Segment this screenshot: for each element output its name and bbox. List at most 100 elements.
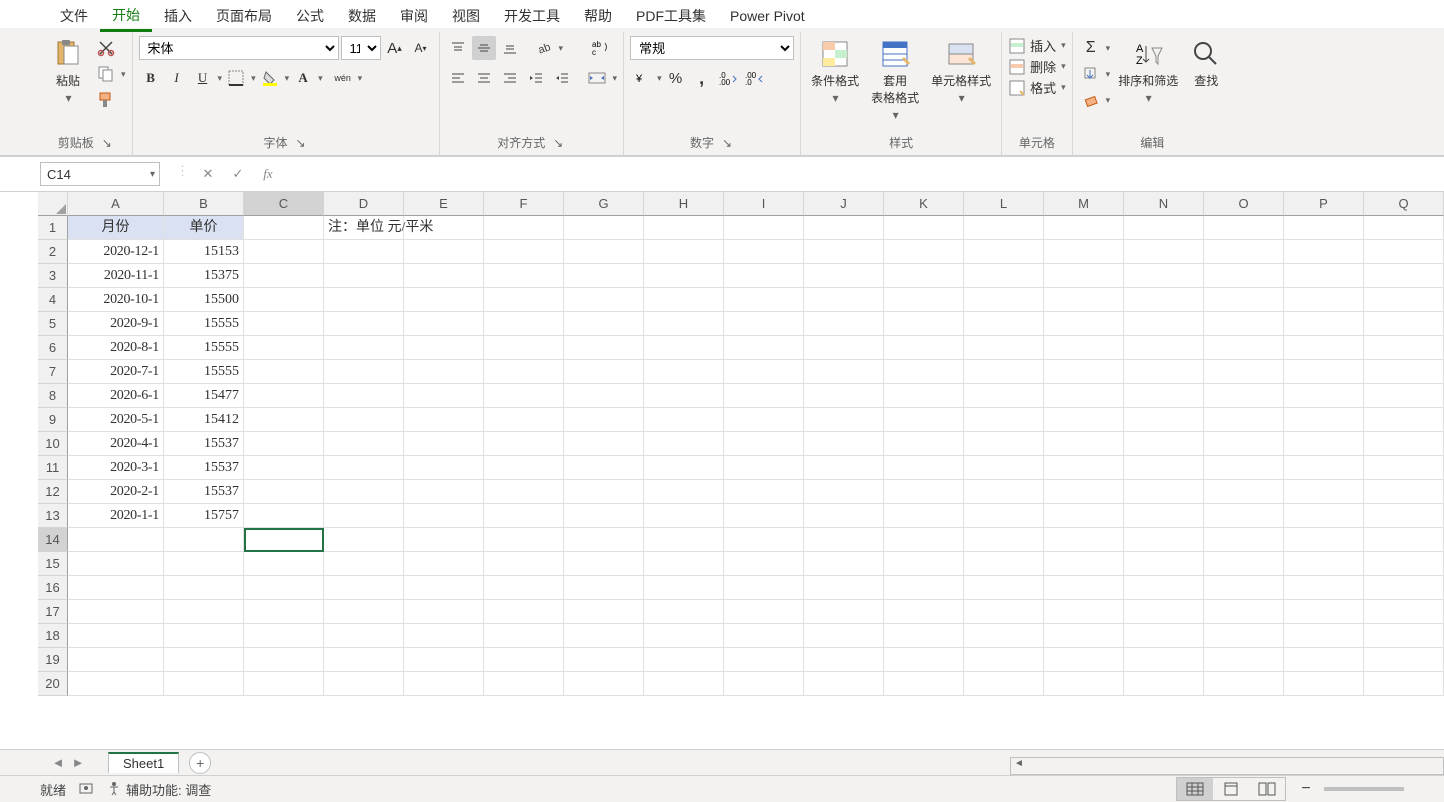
cell[interactable] [564, 240, 644, 264]
cell[interactable] [244, 288, 324, 312]
row-header[interactable]: 17 [38, 600, 68, 624]
tab-formula[interactable]: 公式 [284, 2, 336, 30]
cell[interactable] [724, 576, 804, 600]
col-header[interactable]: Q [1364, 192, 1444, 216]
cell[interactable]: 单价 [164, 216, 244, 240]
cell[interactable] [324, 408, 404, 432]
col-header[interactable]: L [964, 192, 1044, 216]
cell[interactable]: 2020-2-1 [68, 480, 164, 504]
cell[interactable] [564, 432, 644, 456]
cell[interactable] [404, 384, 484, 408]
fill-button[interactable] [1079, 62, 1103, 86]
cell[interactable] [1364, 336, 1444, 360]
cell[interactable] [404, 552, 484, 576]
cell[interactable] [324, 504, 404, 528]
cell[interactable] [644, 432, 724, 456]
cell[interactable] [244, 264, 324, 288]
cell[interactable] [244, 672, 324, 696]
decrease-font-button[interactable]: A▾ [409, 36, 433, 60]
formula-dropdown-icon[interactable]: ⋮ [176, 163, 189, 185]
cell[interactable] [564, 216, 644, 240]
row-header[interactable]: 4 [38, 288, 68, 312]
row-header[interactable]: 5 [38, 312, 68, 336]
cell[interactable] [1364, 624, 1444, 648]
cell[interactable] [1364, 264, 1444, 288]
cell[interactable] [324, 384, 404, 408]
cell[interactable] [884, 216, 964, 240]
cell[interactable] [724, 408, 804, 432]
cell[interactable] [804, 216, 884, 240]
cell[interactable] [244, 312, 324, 336]
cell[interactable] [404, 456, 484, 480]
cell[interactable] [644, 288, 724, 312]
cell[interactable] [1204, 240, 1284, 264]
cut-button[interactable] [94, 36, 118, 60]
cell[interactable] [1364, 360, 1444, 384]
cell[interactable]: 月份 [68, 216, 164, 240]
cell[interactable] [1044, 432, 1124, 456]
cell[interactable] [1204, 552, 1284, 576]
cell[interactable] [244, 432, 324, 456]
cell[interactable] [1044, 552, 1124, 576]
cell[interactable] [564, 552, 644, 576]
cell[interactable] [324, 648, 404, 672]
cell[interactable] [324, 264, 404, 288]
cell[interactable]: 15537 [164, 432, 244, 456]
cell[interactable] [724, 216, 804, 240]
tab-home[interactable]: 开始 [100, 1, 152, 32]
cell[interactable] [884, 624, 964, 648]
cell[interactable] [804, 408, 884, 432]
cell[interactable] [244, 528, 324, 552]
cell[interactable] [1124, 552, 1204, 576]
cell[interactable] [1364, 456, 1444, 480]
cell[interactable] [1124, 216, 1204, 240]
macro-record-icon[interactable] [78, 780, 94, 799]
cell[interactable] [1124, 480, 1204, 504]
cell[interactable] [724, 456, 804, 480]
cell[interactable] [964, 408, 1044, 432]
cell[interactable] [484, 432, 564, 456]
cell[interactable] [644, 624, 724, 648]
cell[interactable] [1204, 576, 1284, 600]
cell[interactable] [324, 288, 404, 312]
cell[interactable] [1364, 384, 1444, 408]
cell[interactable] [404, 504, 484, 528]
formula-input[interactable] [291, 162, 1444, 186]
cell[interactable] [884, 552, 964, 576]
cell[interactable] [1284, 480, 1364, 504]
zoom-out-button[interactable]: − [1296, 780, 1316, 798]
cell[interactable] [804, 456, 884, 480]
autosum-button[interactable]: Σ [1079, 36, 1103, 60]
cell[interactable] [1284, 456, 1364, 480]
col-header[interactable]: I [724, 192, 804, 216]
cell[interactable] [1284, 504, 1364, 528]
cell[interactable] [1204, 288, 1284, 312]
cell[interactable] [1204, 648, 1284, 672]
cell[interactable] [1044, 240, 1124, 264]
cell[interactable] [644, 528, 724, 552]
tab-pdf[interactable]: PDF工具集 [624, 2, 718, 30]
cell[interactable] [324, 624, 404, 648]
col-header[interactable]: M [1044, 192, 1124, 216]
cell[interactable] [68, 576, 164, 600]
cell[interactable] [244, 576, 324, 600]
cell[interactable] [804, 576, 884, 600]
cell[interactable] [484, 360, 564, 384]
cell[interactable] [644, 240, 724, 264]
cell[interactable] [404, 288, 484, 312]
cell[interactable] [244, 456, 324, 480]
row-header[interactable]: 10 [38, 432, 68, 456]
tab-powerpivot[interactable]: Power Pivot [718, 4, 817, 28]
cell[interactable] [964, 600, 1044, 624]
cell[interactable] [1124, 504, 1204, 528]
cell[interactable] [884, 264, 964, 288]
cell[interactable] [1124, 408, 1204, 432]
cell[interactable] [1044, 600, 1124, 624]
cell[interactable] [644, 264, 724, 288]
cell[interactable] [324, 336, 404, 360]
cell[interactable] [1284, 216, 1364, 240]
cancel-formula-button[interactable]: ✕ [197, 163, 219, 185]
cell[interactable] [484, 456, 564, 480]
cell[interactable] [1044, 456, 1124, 480]
row-header[interactable]: 14 [38, 528, 68, 552]
